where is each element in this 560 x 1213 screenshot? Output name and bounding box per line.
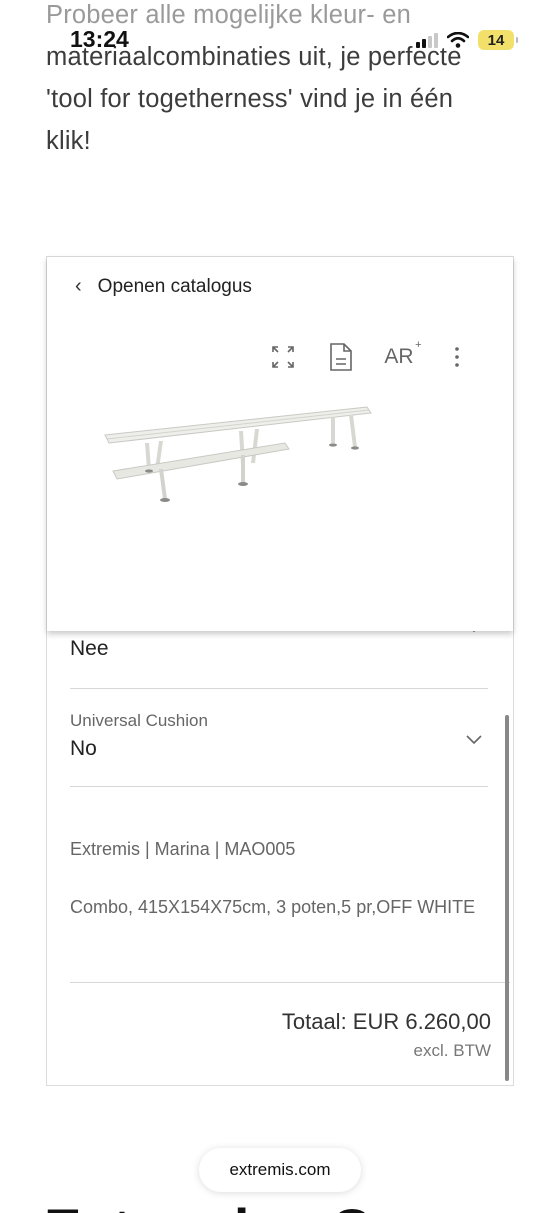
document-icon [330,343,352,371]
option-value: No [70,737,97,760]
chevron-left-icon: ‹ [75,275,82,297]
ar-icon: AR + [384,339,422,368]
intro-paragraph: Probeer alle mogelijke kleur- en materia… [46,0,516,162]
chevron-down-icon [466,735,482,745]
option-select-universal-cushion[interactable]: Universal Cushion No [70,711,488,787]
total-price: Totaal: EUR 6.260,00 [281,1009,491,1034]
expand-icon [272,346,294,368]
ar-button[interactable]: AR + [384,339,422,373]
option-value: Nee [70,637,109,660]
document-button[interactable] [327,341,355,373]
option-label: Universal Cushion [70,711,208,730]
section-heading: Extremis - Over [44,1196,458,1213]
back-to-catalog-link[interactable]: ‹ Openen catalogus [75,275,252,298]
more-vertical-icon [455,347,459,367]
chevron-down-icon [472,631,476,633]
option-select-1[interactable]: Nee [70,631,488,689]
scrollbar[interactable] [505,715,509,1081]
picnic-table-image[interactable] [99,397,379,517]
wifi-icon [447,32,469,48]
configurator-widget: ‹ Openen catalogus AR + Nee Universal Cu… [46,256,514,1086]
cellular-signal-icon [416,32,438,48]
product-viewer: ‹ Openen catalogus AR + [47,257,513,631]
intro-line-4: klik! [46,127,91,155]
product-description: Combo, 415X154X75cm, 3 poten,5 pr,OFF WH… [70,897,476,917]
expand-button[interactable] [269,341,297,373]
configuration-panel: Nee Universal Cushion No Extremis | Mari… [47,631,513,1085]
more-options-button[interactable] [443,341,471,373]
address-bar[interactable]: extremis.com [199,1148,361,1192]
intro-line-3: 'tool for togetherness' vind je in één [46,85,454,113]
divider [70,982,510,983]
viewer-toolbar: AR + [269,339,471,373]
vat-note: excl. BTW [413,1041,491,1060]
status-time: 13:24 [70,26,129,52]
battery-icon: 14 [478,30,518,50]
status-icons: 14 [416,30,518,50]
product-line: Extremis | Marina | MAO005 [70,839,296,859]
back-to-catalog-label: Openen catalogus [97,275,252,297]
